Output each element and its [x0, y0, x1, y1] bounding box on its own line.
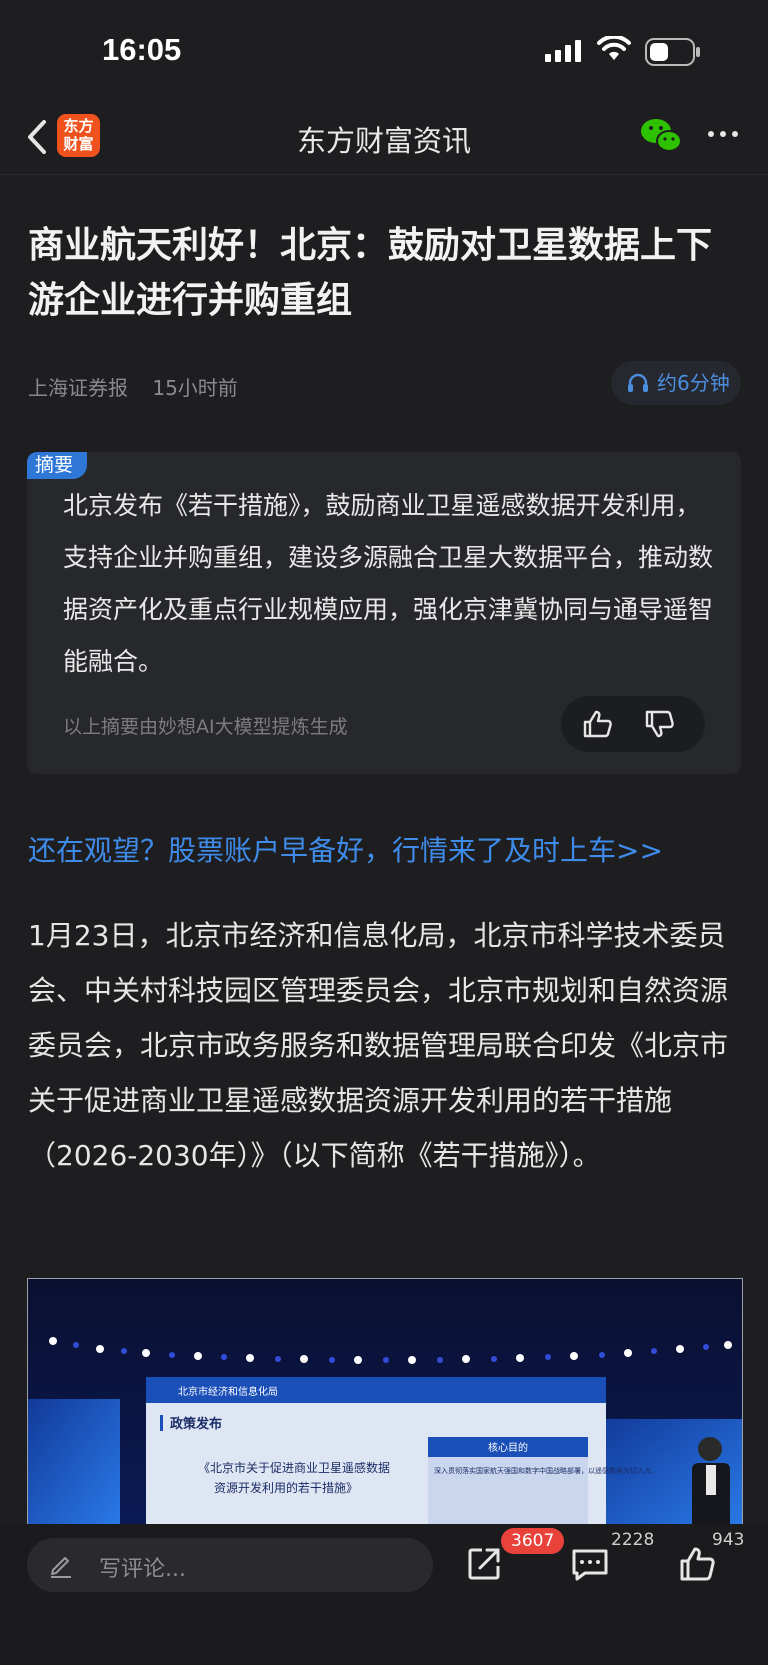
svg-text:核心目的: 核心目的: [488, 1441, 528, 1454]
svg-text:政策发布: 政策发布: [170, 1416, 222, 1432]
share-icon[interactable]: [466, 1546, 502, 1582]
thumbs-down-icon[interactable]: [645, 710, 675, 738]
battery-icon: [645, 38, 700, 66]
signal-icon: [545, 40, 581, 62]
article-paragraph: 1月23日，北京市经济和信息化局，北京市科学技术委员会、中关村科技园区管理委员会…: [28, 919, 729, 1172]
like-icon[interactable]: [679, 1546, 715, 1582]
svg-text:资源开发利用的若干措施》: 资源开发利用的若干措施》: [214, 1480, 358, 1495]
summary-tag: 摘要: [27, 452, 87, 479]
comment-placeholder: 写评论...: [99, 1557, 186, 1582]
comment-input[interactable]: 写评论...: [27, 1538, 433, 1592]
status-bar: 16:05: [0, 0, 768, 100]
article-photo[interactable]: 北京市经济和信息化局 政策发布 《北京市关于促进商业卫星遥感数据 资源开发利用的…: [27, 1278, 743, 1530]
svg-text:《北京市关于促进商业卫星遥感数据: 《北京市关于促进商业卫星遥感数据: [198, 1460, 390, 1475]
summary-text: 北京发布《若干措施》，鼓励商业卫星遥感数据开发利用，支持企业并购重组，建设多源融…: [63, 491, 714, 676]
like-count: 943: [712, 1530, 745, 1550]
wifi-icon: [597, 36, 631, 60]
bottom-toolbar: 写评论... 3607 2228 943: [0, 1524, 768, 1665]
svg-text:深入贯彻落实国家航天强国和数字中国战略部署，以遥感数据为切入: 深入贯彻落实国家航天强国和数字中国战略部署，以遥感数据为切入点，: [434, 1466, 658, 1475]
nav-bar: 东方 财富 东方财富资讯: [0, 100, 768, 175]
svg-text:北京市经济和信息化局: 北京市经济和信息化局: [178, 1385, 278, 1398]
article-title: 商业航天利好！北京：鼓励对卫星数据上下游企业进行并购重组: [28, 225, 713, 321]
status-time: 16:05: [102, 32, 182, 67]
promo-link[interactable]: 还在观望？股票账户早备好，行情来了及时上车>>: [28, 829, 663, 869]
read-time: 约6分钟: [657, 371, 730, 395]
conference-photo: 北京市经济和信息化局 政策发布 《北京市关于促进商业卫星遥感数据 资源开发利用的…: [28, 1279, 742, 1529]
pen-icon: [51, 1557, 71, 1578]
listen-button[interactable]: 约6分钟: [611, 361, 741, 405]
thumbs-up-icon[interactable]: [583, 710, 613, 738]
summary-note: 以上摘要由妙想AI大模型提炼生成: [63, 716, 348, 738]
article-meta: 上海证券报 15小时前: [28, 372, 238, 401]
wechat-share-icon[interactable]: [640, 116, 682, 154]
more-icon[interactable]: [706, 124, 740, 144]
article-time: 15小时前: [152, 376, 238, 400]
share-count-badge: 3607: [501, 1528, 565, 1554]
comment-icon[interactable]: [571, 1548, 609, 1582]
comment-count: 2228: [611, 1530, 655, 1550]
summary-feedback: [561, 696, 705, 752]
headphones-icon: [628, 373, 648, 392]
article-source[interactable]: 上海证券报: [28, 376, 128, 400]
ai-summary-card: 摘要 北京发布《若干措施》，鼓励商业卫星遥感数据开发利用，支持企业并购重组，建设…: [27, 452, 741, 774]
